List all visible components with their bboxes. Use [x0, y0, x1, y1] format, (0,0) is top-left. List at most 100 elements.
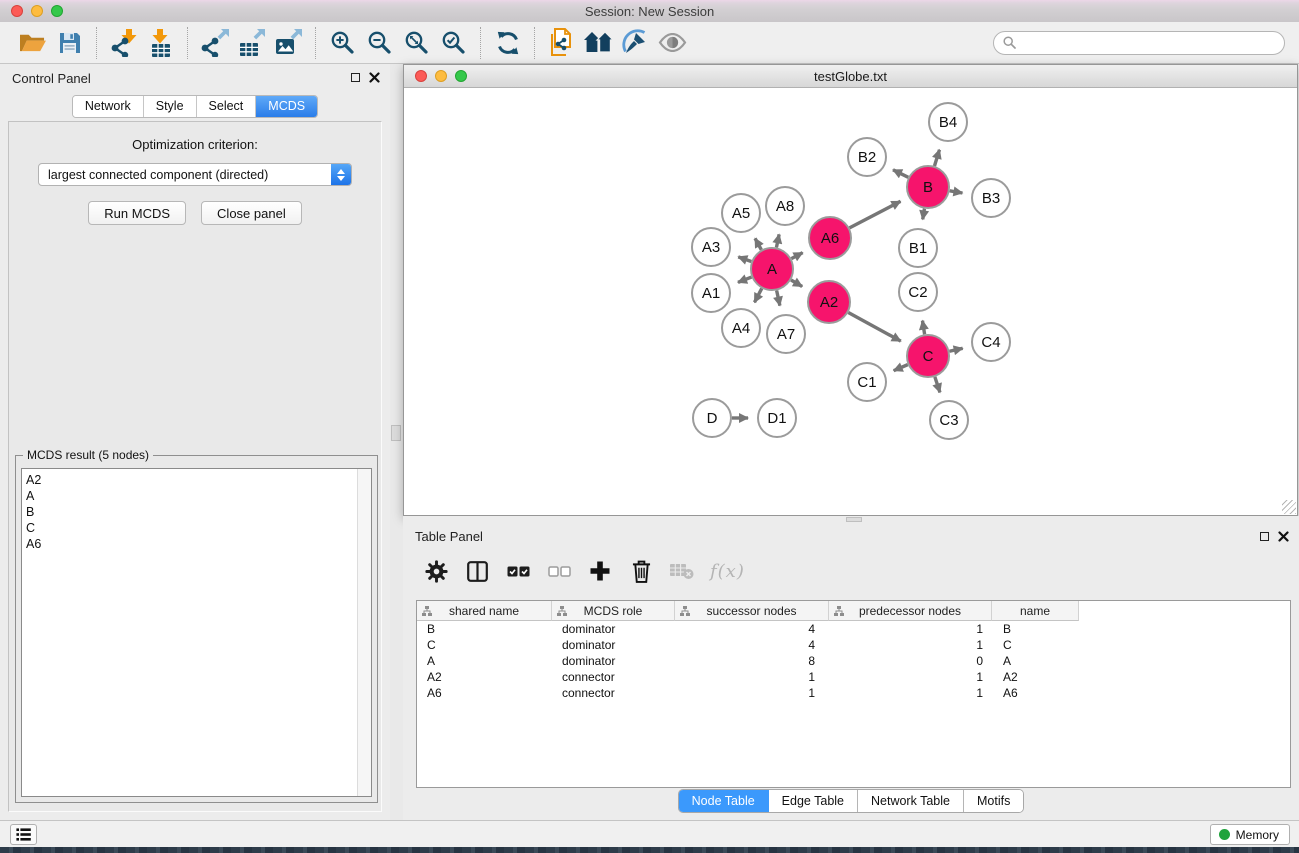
graph-edge-A-A8[interactable]: [776, 234, 779, 247]
graph-edge-A2-C[interactable]: [848, 313, 900, 342]
table-row[interactable]: A6connector11A6: [417, 685, 1290, 701]
show-graphics-details-icon[interactable]: [654, 25, 691, 61]
mcds-result-list[interactable]: A2ABCA6: [21, 468, 372, 797]
graph-node-label: A7: [777, 326, 795, 343]
toolbar-separator: [315, 27, 316, 59]
function-builder-icon[interactable]: f(x): [710, 561, 745, 582]
result-list-item[interactable]: A2: [22, 469, 371, 488]
splitter-handle[interactable]: [846, 517, 862, 522]
apply-layout-icon[interactable]: [489, 25, 526, 61]
task-history-button[interactable]: [10, 824, 37, 845]
result-list-item[interactable]: A6: [22, 536, 371, 552]
deselect-all-icon[interactable]: [546, 558, 572, 584]
select-all-icon[interactable]: [505, 558, 531, 584]
import-network-icon[interactable]: [105, 25, 142, 61]
graph-edge-A-A1[interactable]: [738, 277, 752, 282]
add-column-icon[interactable]: [587, 558, 613, 584]
zoom-fit-icon[interactable]: [398, 25, 435, 61]
close-panel-button[interactable]: Close panel: [201, 201, 302, 225]
graph-edge-A-A4[interactable]: [754, 288, 761, 302]
column-header-name[interactable]: name: [992, 601, 1079, 621]
export-network-icon[interactable]: [196, 25, 233, 61]
tab-network-table[interactable]: Network Table: [858, 790, 964, 812]
network-canvas[interactable]: B4B2BB3A8A5A6A3B1AA1C2A2A4A7C4CC1DD1C3: [404, 88, 1297, 515]
graph-edge-C-C4[interactable]: [949, 348, 962, 351]
save-session-icon[interactable]: [51, 25, 88, 61]
column-header-predecessor-nodes[interactable]: predecessor nodes: [829, 601, 992, 621]
splitter-handle[interactable]: [391, 425, 401, 441]
open-session-icon[interactable]: [14, 25, 51, 61]
graph-edge-A-A3[interactable]: [738, 257, 751, 262]
result-list-item[interactable]: C: [22, 520, 371, 536]
criterion-dropdown[interactable]: largest connected component (directed): [38, 163, 352, 186]
result-list-item[interactable]: B: [22, 504, 371, 520]
delete-columns-icon[interactable]: [628, 558, 654, 584]
graph-edge-B-B3[interactable]: [950, 191, 963, 193]
zoom-selected-icon[interactable]: [435, 25, 472, 61]
network-maximize-button[interactable]: [455, 70, 467, 82]
graph-edge-C-C2[interactable]: [922, 321, 924, 335]
graph-edge-B-B4[interactable]: [934, 150, 939, 166]
minimize-window-button[interactable]: [31, 5, 43, 17]
network-graph[interactable]: B4B2BB3A8A5A6A3B1AA1C2A2A4A7C4CC1DD1C3: [404, 88, 1297, 515]
table-settings-icon[interactable]: [423, 558, 449, 584]
window-resize-grip[interactable]: [1282, 500, 1296, 514]
table-row[interactable]: Adominator80A: [417, 653, 1290, 669]
dropdown-stepper-icon: [331, 164, 351, 185]
graph-edge-A6-B[interactable]: [850, 201, 901, 228]
float-panel-icon[interactable]: [351, 73, 360, 82]
delete-table-icon[interactable]: [669, 558, 695, 584]
graph-edge-A-A7[interactable]: [777, 291, 780, 306]
tab-style[interactable]: Style: [144, 96, 197, 117]
tab-network[interactable]: Network: [73, 96, 144, 117]
import-table-icon[interactable]: [142, 25, 179, 61]
float-panel-icon[interactable]: [1260, 532, 1269, 541]
table-cell: 1: [829, 669, 992, 685]
run-mcds-button[interactable]: Run MCDS: [88, 201, 186, 225]
clone-network-icon[interactable]: [543, 25, 580, 61]
search-field[interactable]: [993, 31, 1285, 55]
maximize-window-button[interactable]: [51, 5, 63, 17]
table-row[interactable]: A2connector11A2: [417, 669, 1290, 685]
show-columns-icon[interactable]: [464, 558, 490, 584]
close-panel-icon[interactable]: [369, 72, 380, 83]
table-row[interactable]: Bdominator41B: [417, 621, 1290, 637]
column-header-MCDS-role[interactable]: MCDS role: [552, 601, 675, 621]
vertical-splitter[interactable]: [390, 64, 403, 820]
horizontal-splitter[interactable]: [403, 516, 1299, 523]
export-table-icon[interactable]: [233, 25, 270, 61]
graph-edge-B-B1[interactable]: [923, 209, 925, 220]
search-input[interactable]: [1021, 35, 1275, 51]
graph-edge-B-B2[interactable]: [893, 170, 908, 177]
graph-node-label: B4: [939, 114, 957, 131]
graph-edge-A-A5[interactable]: [755, 238, 761, 249]
network-close-button[interactable]: [415, 70, 427, 82]
zoom-in-icon[interactable]: [324, 25, 361, 61]
column-header-successor-nodes[interactable]: successor nodes: [675, 601, 829, 621]
mcds-result-title: MCDS result (5 nodes): [23, 448, 153, 462]
network-minimize-button[interactable]: [435, 70, 447, 82]
node-table[interactable]: shared nameMCDS rolesuccessor nodesprede…: [416, 600, 1291, 788]
network-window-titlebar[interactable]: testGlobe.txt: [404, 65, 1297, 88]
graph-edge-A-A2[interactable]: [791, 280, 802, 286]
memory-button[interactable]: Memory: [1210, 824, 1290, 845]
zoom-out-icon[interactable]: [361, 25, 398, 61]
close-window-button[interactable]: [11, 5, 23, 17]
result-list-scrollbar[interactable]: [357, 469, 371, 796]
network-window-title: testGlobe.txt: [814, 69, 887, 84]
tab-motifs[interactable]: Motifs: [964, 790, 1023, 812]
tab-node-table[interactable]: Node Table: [679, 790, 769, 812]
table-row[interactable]: Cdominator41C: [417, 637, 1290, 653]
hide-annotations-icon[interactable]: [617, 25, 654, 61]
export-image-icon[interactable]: [270, 25, 307, 61]
close-panel-icon[interactable]: [1278, 531, 1289, 542]
graph-edge-A-A6[interactable]: [791, 253, 802, 259]
tab-edge-table[interactable]: Edge Table: [769, 790, 858, 812]
result-list-item[interactable]: A: [22, 488, 371, 504]
open-cybrowser-icon[interactable]: [580, 25, 617, 61]
graph-edge-C-C3[interactable]: [935, 377, 940, 393]
graph-edge-C-C1[interactable]: [894, 365, 908, 371]
tab-mcds[interactable]: MCDS: [256, 96, 317, 117]
column-header-shared-name[interactable]: shared name: [417, 601, 552, 621]
tab-select[interactable]: Select: [197, 96, 257, 117]
